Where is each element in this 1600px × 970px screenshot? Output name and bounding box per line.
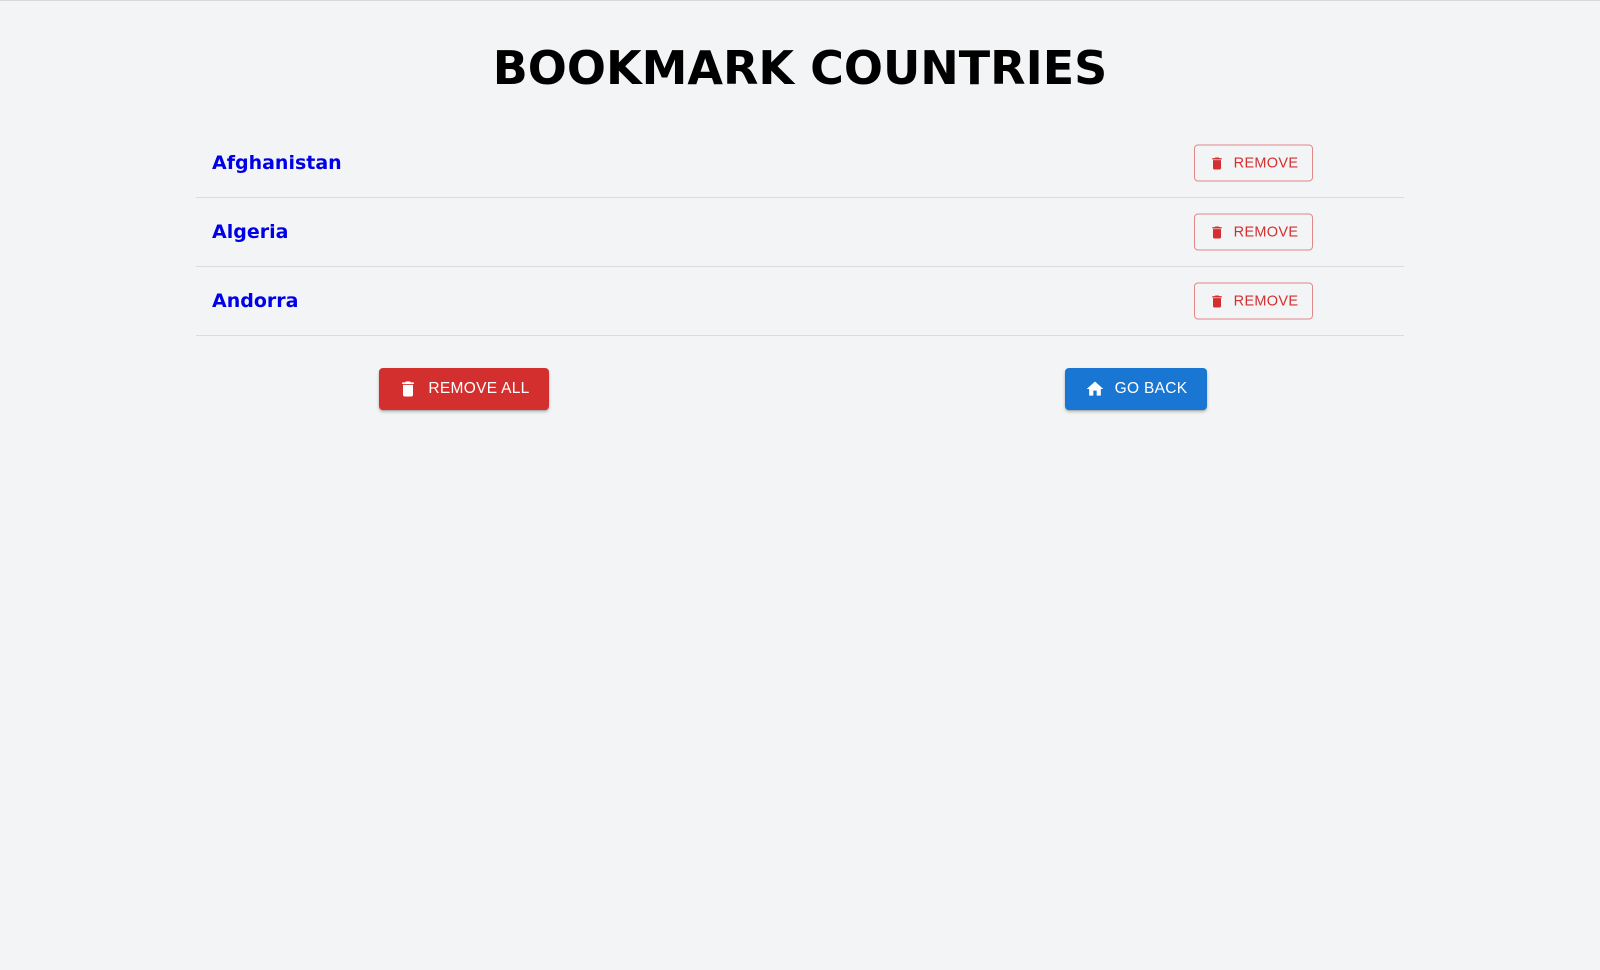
page-title: BOOKMARK COUNTRIES (492, 41, 1108, 95)
remove-button[interactable]: REMOVE (1194, 282, 1313, 320)
go-back-label: GO BACK (1114, 380, 1188, 397)
bookmark-list: Afghanistan REMOVE Algeria REMOVE Andorr… (196, 129, 1404, 336)
trash-icon (1209, 293, 1225, 309)
action-bar: REMOVE ALL GO BACK (0, 368, 1600, 410)
remove-button[interactable]: REMOVE (1194, 144, 1313, 182)
list-item: Afghanistan REMOVE (196, 129, 1404, 198)
list-item: Andorra REMOVE (196, 267, 1404, 336)
country-link[interactable]: Andorra (212, 290, 298, 312)
trash-icon (398, 379, 418, 399)
trash-icon (1209, 155, 1225, 171)
remove-button-label: REMOVE (1233, 224, 1299, 240)
country-link[interactable]: Algeria (212, 221, 288, 243)
remove-button[interactable]: REMOVE (1194, 213, 1313, 251)
home-icon (1085, 379, 1105, 399)
go-back-button[interactable]: GO BACK (1065, 368, 1207, 410)
remove-all-button[interactable]: REMOVE ALL (379, 368, 549, 410)
country-link[interactable]: Afghanistan (212, 152, 342, 174)
remove-button-label: REMOVE (1233, 155, 1299, 171)
list-item: Algeria REMOVE (196, 198, 1404, 267)
remove-button-label: REMOVE (1233, 293, 1299, 309)
remove-all-label: REMOVE ALL (428, 380, 530, 397)
trash-icon (1209, 224, 1225, 240)
